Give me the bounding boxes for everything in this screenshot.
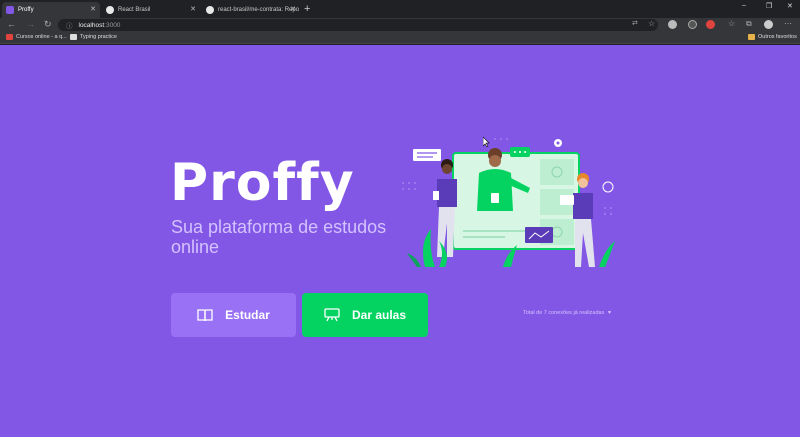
maximize-button[interactable]: ❐ — [766, 2, 772, 10]
bookmark-cursos[interactable]: Cursos online - a q... — [6, 34, 67, 40]
address-toolbar: ← → ↻ ⓘ localhost:3000 ⇄ ☆ ☆ ⧉ ⋯ — [0, 18, 800, 32]
bookmarks-bar: Cursos online - a q... Typing practice O… — [0, 32, 800, 44]
bookmark-icon — [70, 34, 77, 40]
heart-icon: ♥ — [607, 310, 612, 316]
study-button[interactable]: Estudar — [171, 293, 296, 337]
github-icon — [206, 6, 214, 14]
tab-title: react-brasil/me-contrata: Repo — [218, 7, 300, 13]
translate-icon[interactable]: ⇄ — [632, 19, 638, 27]
teach-button[interactable]: Dar aulas — [302, 293, 428, 337]
close-window-button[interactable]: ✕ — [787, 2, 793, 10]
url-input[interactable]: ⓘ localhost:3000 — [58, 19, 658, 31]
book-icon — [197, 309, 213, 322]
menu-icon[interactable]: ⋯ — [784, 19, 792, 28]
cursor-icon — [483, 137, 490, 147]
tab-proffy[interactable]: Proffy ✕ — [2, 2, 100, 18]
profile-avatar[interactable] — [764, 20, 773, 29]
hero-illustration — [402, 138, 615, 267]
tab-title: React Brasil — [118, 7, 151, 13]
proffy-logo: Proffy — [170, 153, 355, 213]
tab-bar: Proffy ✕ React Brasil ✕ react-brasil/me-… — [0, 0, 800, 18]
proffy-favicon-icon — [6, 6, 14, 14]
teach-button-label: Dar aulas — [351, 308, 407, 322]
github-icon — [106, 6, 114, 14]
extension-icon[interactable] — [706, 20, 715, 29]
tagline: Sua plataforma de estudos online — [171, 217, 387, 257]
tab-title: Proffy — [18, 7, 34, 13]
star-icon[interactable]: ☆ — [648, 19, 655, 28]
folder-icon — [748, 34, 755, 40]
presentation-icon — [324, 308, 340, 322]
reload-icon[interactable]: ↻ — [44, 19, 52, 30]
landing-page: Proffy Sua plataforma de estudos online … — [0, 45, 800, 437]
close-icon[interactable]: ✕ — [190, 5, 196, 13]
info-icon[interactable]: ⓘ — [66, 20, 73, 30]
tab-react-brasil[interactable]: React Brasil ✕ — [102, 2, 200, 18]
extension-icon[interactable] — [668, 20, 677, 29]
favorites-icon[interactable]: ☆ — [728, 19, 735, 28]
url-port: :3000 — [104, 21, 121, 29]
close-icon[interactable]: ✕ — [290, 5, 296, 13]
back-arrow-icon[interactable]: ← — [7, 19, 16, 29]
total-connections-text: Total de 7 conexões já realizadas — [523, 310, 605, 316]
forward-arrow-icon[interactable]: → — [26, 19, 35, 29]
extension-icon[interactable] — [688, 20, 697, 29]
other-favorites-label: Outros favoritos — [758, 34, 797, 40]
study-button-label: Estudar — [225, 308, 270, 322]
url-host: localhost — [78, 21, 105, 29]
tab-me-contrata[interactable]: react-brasil/me-contrata: Repo ✕ — [202, 2, 300, 18]
bookmark-typing[interactable]: Typing practice — [70, 34, 117, 40]
bookmark-label: Typing practice — [80, 34, 117, 40]
bookmark-label: Cursos online - a q... — [16, 34, 67, 40]
collections-icon[interactable]: ⧉ — [746, 19, 752, 29]
total-connections: Total de 7 conexões já realizadas ♥ — [523, 310, 611, 316]
minimize-button[interactable]: – — [742, 2, 746, 9]
close-icon[interactable]: ✕ — [90, 5, 96, 13]
bookmark-icon — [6, 34, 13, 40]
other-favorites[interactable]: Outros favoritos — [748, 34, 797, 40]
new-tab-button[interactable]: + — [304, 3, 310, 15]
